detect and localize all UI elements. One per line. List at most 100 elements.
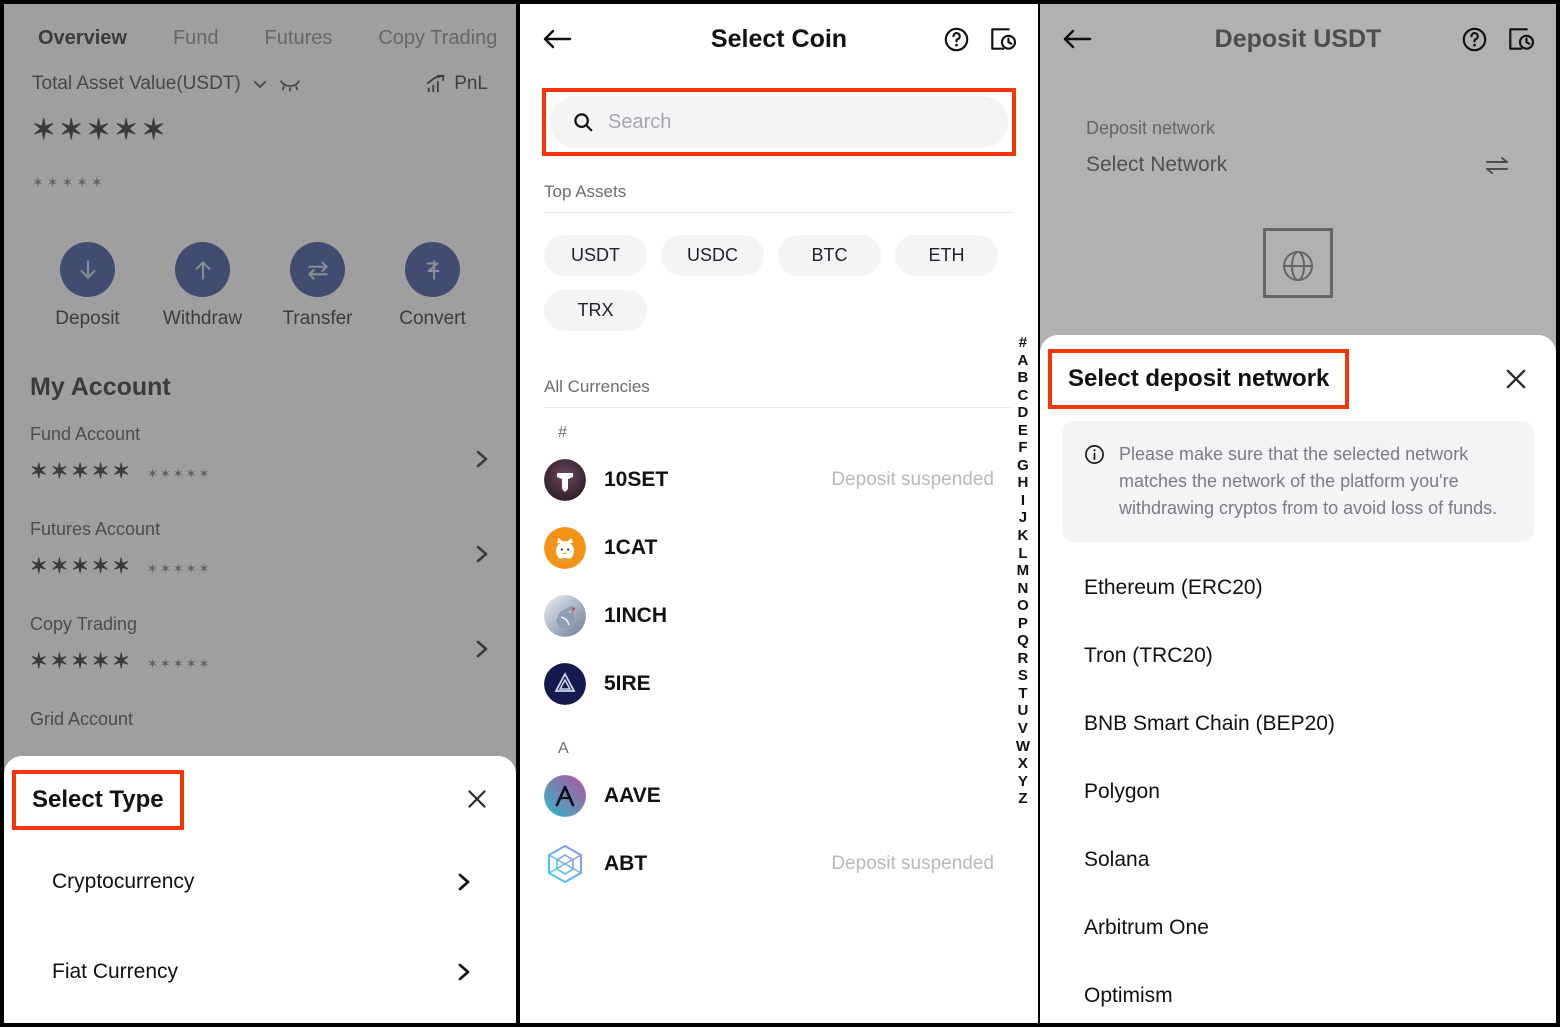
tab-fund[interactable]: Fund [153,18,239,59]
convert-icon [405,242,460,297]
alpha-index-letter[interactable]: R [1017,650,1028,668]
help-circle-icon[interactable] [1461,26,1488,53]
coin-symbol: 10SET [604,468,669,491]
chip-usdc[interactable]: USDC [661,235,764,276]
account-subvalue: ✶✶✶✶✶ [146,656,212,671]
search-highlight [542,88,1016,156]
search-input[interactable] [608,110,986,134]
account-value: ✶✶✶✶✶ [30,555,133,578]
total-asset-value: ✶✶✶✶✶ [32,114,170,145]
transaction-history-icon[interactable] [1506,25,1534,53]
alpha-index-letter[interactable]: P [1018,615,1028,633]
transfer-arrows-icon [290,242,345,297]
convert-button[interactable]: Convert [375,242,490,330]
chip-trx[interactable]: TRX [544,290,647,331]
network-item-optimism[interactable]: Optimism [1040,962,1556,1023]
chevron-right-icon [456,960,472,984]
withdraw-button[interactable]: Withdraw [145,242,260,330]
alpha-index-letter[interactable]: Q [1017,632,1029,650]
option-cryptocurrency[interactable]: Cryptocurrency [4,850,516,914]
top-assets-chips: USDT USDC BTC ETH TRX [520,213,1038,331]
network-item-ethereum[interactable]: Ethereum (ERC20) [1040,554,1556,622]
alphabet-index[interactable]: # A B C D E F G H I J K L M N O P Q R S T U V W X Y Z [1016,334,1030,808]
coin-row-1inch[interactable]: 1INCH [520,582,1038,650]
chip-usdt[interactable]: USDT [544,235,647,276]
alpha-index-letter[interactable]: Y [1018,773,1028,791]
alpha-index-letter[interactable]: A [1017,352,1028,370]
arrow-left-icon[interactable] [1062,27,1092,51]
tab-copy-trading[interactable]: Copy Trading [358,18,516,59]
coin-row-aave[interactable]: AAVE [520,762,1038,830]
alpha-index-letter[interactable]: G [1017,457,1029,475]
network-notice: Please make sure that the selected netwo… [1062,421,1534,542]
alpha-index-letter[interactable]: S [1018,667,1028,685]
network-item-tron[interactable]: Tron (TRC20) [1040,622,1556,690]
account-subvalue: ✶✶✶✶✶ [146,561,212,576]
alpha-index-letter[interactable]: C [1017,387,1028,405]
group-letter: # [558,424,567,441]
option-label: Cryptocurrency [52,870,195,893]
alpha-index-letter[interactable]: L [1018,545,1027,563]
alpha-index-letter[interactable]: D [1017,404,1028,422]
coin-row-5ire[interactable]: 5IRE [520,650,1038,718]
coin-icon-10set [544,459,586,501]
select-type-title: Select Type [12,770,184,830]
pnl-button[interactable]: PnL [425,73,488,95]
alpha-index-letter[interactable]: T [1018,685,1027,703]
deposit-button[interactable]: Deposit [30,242,145,330]
account-row-futures[interactable]: Futures Account ✶✶✶✶✶ ✶✶✶✶✶ [30,503,490,598]
alpha-index-letter[interactable]: U [1017,702,1028,720]
chip-eth[interactable]: ETH [895,235,998,276]
info-circle-icon [1084,441,1105,522]
alpha-index-letter[interactable]: X [1018,755,1028,773]
coin-row-10set[interactable]: 10SET Deposit suspended [520,446,1038,514]
chevron-down-icon[interactable] [251,75,269,93]
alpha-index-letter[interactable]: B [1017,369,1028,387]
coin-row-abt[interactable]: ABT Deposit suspended [520,830,1038,898]
alpha-index-letter[interactable]: M [1017,562,1030,580]
account-list: Fund Account ✶✶✶✶✶ ✶✶✶✶✶ Futures Account… [4,408,516,748]
eye-off-icon[interactable] [279,76,301,92]
arrow-left-icon[interactable] [542,27,572,51]
search-bar[interactable] [550,96,1008,148]
alpha-index-letter[interactable]: F [1018,439,1027,457]
coin-icon-1cat [544,527,586,569]
coin-symbol: 1CAT [604,536,658,559]
chip-btc[interactable]: BTC [778,235,881,276]
alpha-index-letter[interactable]: O [1017,597,1029,615]
option-fiat-currency[interactable]: Fiat Currency [4,940,516,1004]
alpha-index-letter[interactable]: I [1021,492,1025,510]
alpha-index-letter[interactable]: N [1017,580,1028,598]
tab-overview[interactable]: Overview [18,18,147,59]
account-row-copy-trading[interactable]: Copy Trading ✶✶✶✶✶ ✶✶✶✶✶ [30,598,490,693]
account-row-fund[interactable]: Fund Account ✶✶✶✶✶ ✶✶✶✶✶ [30,408,490,503]
help-circle-icon[interactable] [943,26,970,53]
alpha-index-letter[interactable]: E [1018,422,1028,440]
alpha-index-letter[interactable]: V [1018,720,1028,738]
network-item-bnb-smart-chain[interactable]: BNB Smart Chain (BEP20) [1040,690,1556,758]
deposit-network-label: Deposit network [1086,118,1216,138]
close-icon[interactable] [464,786,490,812]
convert-label: Convert [399,308,466,329]
chevron-right-icon [456,870,472,894]
total-asset-label: Total Asset Value(USDT) [32,73,241,94]
tab-futures[interactable]: Futures [245,18,353,59]
network-item-arbitrum-one[interactable]: Arbitrum One [1040,894,1556,962]
account-row-grid[interactable]: Grid Account [30,693,490,748]
transfer-button[interactable]: Transfer [260,242,375,330]
select-coin-header: Select Coin [520,4,1038,74]
select-network-row[interactable]: Select Network [1086,153,1510,197]
alpha-index-letter[interactable]: K [1017,527,1028,545]
alpha-index-letter[interactable]: J [1019,509,1027,527]
arrow-down-icon [60,242,115,297]
alpha-index-letter[interactable]: Z [1018,790,1027,808]
transaction-history-icon[interactable] [988,25,1016,53]
alpha-index-letter[interactable]: # [1019,334,1027,352]
alpha-index-letter[interactable]: H [1017,474,1028,492]
network-item-polygon[interactable]: Polygon [1040,758,1556,826]
close-icon[interactable] [1502,365,1530,393]
alpha-index-letter[interactable]: W [1016,738,1030,756]
network-item-solana[interactable]: Solana [1040,826,1556,894]
deposit-header: Deposit USDT [1040,4,1556,74]
coin-row-1cat[interactable]: 1CAT [520,514,1038,582]
